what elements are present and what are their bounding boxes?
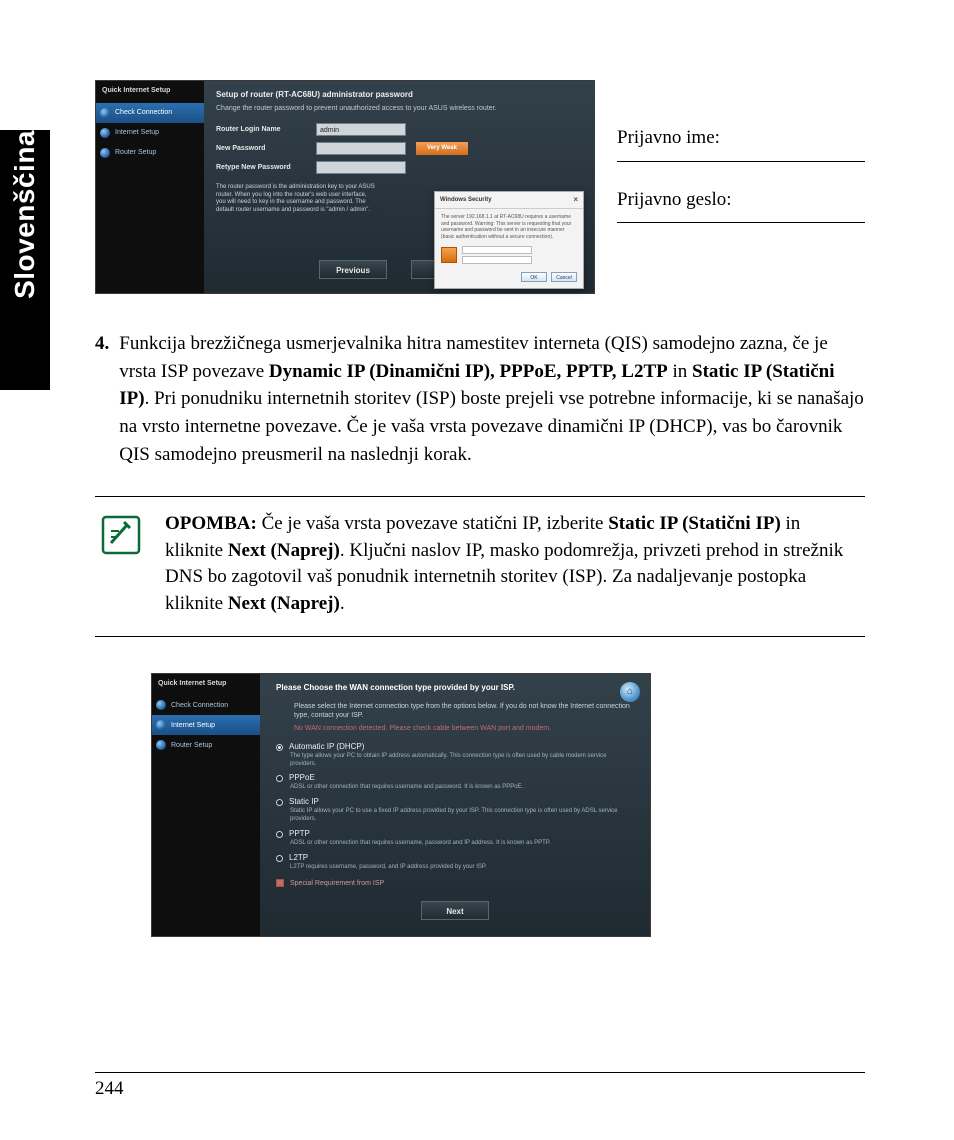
sidebar-item-internet-setup[interactable]: Internet Setup [152, 715, 260, 735]
previous-button[interactable]: Previous [319, 260, 387, 279]
login-pass-blank [617, 222, 865, 223]
radio-l2tp[interactable]: L2TP [276, 854, 634, 862]
language-tab: Slovenščina [0, 130, 50, 390]
desc-static-ip: Static IP allows your PC to use a fixed … [290, 808, 634, 824]
step-bullet-icon [156, 720, 166, 730]
panel-subtitle: Change the router password to prevent un… [216, 105, 582, 113]
home-icon[interactable]: ⌂ [620, 682, 640, 702]
input-new-password[interactable] [316, 142, 406, 155]
radio-pptp[interactable]: PPTP [276, 830, 634, 838]
step-number: 4. [95, 330, 109, 468]
login-pass-label: Prijavno geslo: [617, 188, 865, 213]
sidebar-item-router-setup[interactable]: Router Setup [152, 735, 260, 755]
label-new-password: New Password [216, 145, 306, 152]
password-note: The router password is the administratio… [216, 184, 376, 214]
popup-title: Windows Security [440, 197, 492, 203]
input-retype-password[interactable] [316, 161, 406, 174]
auth-popup: Windows Security × The server 192.168.1.1… [434, 191, 584, 289]
step-4: 4. Funkcija brezžičnega usmerjevalnika h… [95, 330, 865, 468]
label-retype-password: Retype New Password [216, 164, 306, 171]
input-router-login-name[interactable]: admin [316, 123, 406, 136]
step-bullet-icon [156, 700, 166, 710]
desc-dhcp: The type allows your PC to obtain IP add… [290, 753, 634, 769]
label-router-login-name: Router Login Name [216, 126, 306, 133]
sidebar-item-router-setup[interactable]: Router Setup [96, 143, 204, 163]
next-button[interactable]: Next [421, 901, 489, 920]
radio-dhcp[interactable]: Automatic IP (DHCP) [276, 743, 634, 751]
desc-pppoe: ADSL or other connection that requires u… [290, 784, 634, 792]
wan-warning: No WAN connection detected. Please check… [276, 724, 634, 733]
screenshot-wan-type: Quick Internet Setup Check Connection In… [151, 673, 651, 938]
checkbox-icon [276, 879, 284, 887]
qis-sidebar-title: Quick Internet Setup [96, 81, 204, 103]
radio-icon [276, 799, 283, 806]
panel-title: Please Choose the WAN connection type pr… [276, 684, 634, 692]
popup-ok-button[interactable]: OK [521, 272, 547, 282]
radio-icon [276, 775, 283, 782]
qis-sidebar-title: Quick Internet Setup [152, 674, 260, 696]
radio-icon [276, 744, 283, 751]
password-strength-badge: Very Weak [416, 142, 468, 155]
desc-l2tp: L2TP requires username, password, and IP… [290, 864, 634, 872]
step-body: Funkcija brezžičnega usmerjevalnika hitr… [119, 330, 865, 468]
radio-icon [276, 831, 283, 838]
panel-intro: Please select the Internet connection ty… [276, 702, 634, 720]
checkbox-special-requirement[interactable]: Special Requirement from ISP [276, 879, 634, 887]
sidebar-item-internet-setup[interactable]: Internet Setup [96, 123, 204, 143]
popup-message: The server 192.168.1.1 at RT-AC68U requi… [441, 214, 577, 240]
popup-username-input[interactable] [462, 246, 532, 254]
note-icon [97, 511, 145, 617]
step-bullet-icon [100, 108, 110, 118]
step-bullet-icon [100, 148, 110, 158]
popup-cancel-button[interactable]: Cancel [551, 272, 577, 282]
step-bullet-icon [100, 128, 110, 138]
login-name-label: Prijavno ime: [617, 126, 865, 151]
sidebar-item-check-connection[interactable]: Check Connection [96, 103, 204, 123]
credentials-icon [441, 247, 457, 263]
sidebar-item-check-connection[interactable]: Check Connection [152, 695, 260, 715]
popup-password-input[interactable] [462, 256, 532, 264]
radio-static-ip[interactable]: Static IP [276, 798, 634, 806]
login-name-blank [617, 161, 865, 162]
step-bullet-icon [156, 740, 166, 750]
desc-pptp: ADSL or other connection that requires u… [290, 840, 634, 848]
radio-pppoe[interactable]: PPPoE [276, 774, 634, 782]
screenshot-admin-password: Quick Internet Setup Check Connection In… [95, 80, 595, 294]
page-number: 244 [95, 1072, 865, 1098]
panel-title: Setup of router (RT-AC68U) administrator… [216, 91, 582, 99]
radio-icon [276, 855, 283, 862]
note-text: OPOMBA: Če je vaša vrsta povezave statič… [165, 511, 863, 617]
close-icon[interactable]: × [573, 196, 578, 204]
